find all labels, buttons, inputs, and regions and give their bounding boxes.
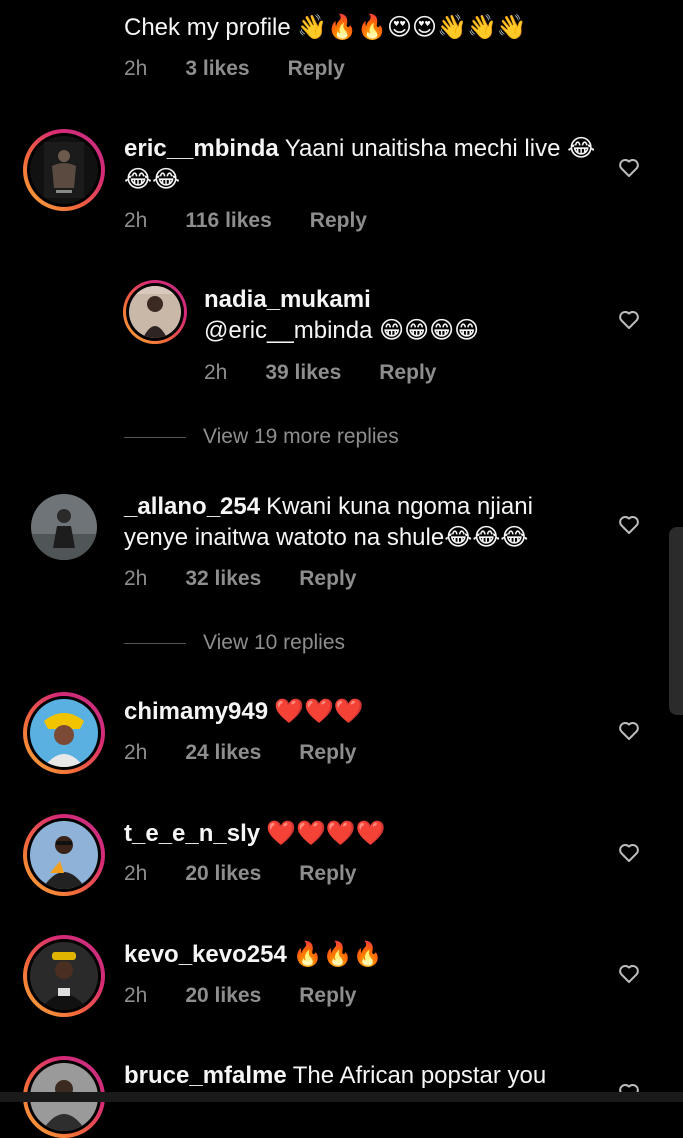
replies-divider bbox=[124, 642, 186, 644]
comment-time: 2h bbox=[124, 57, 148, 80]
comment-text: chimamy949 ❤️❤️❤️ bbox=[124, 696, 604, 727]
comment-meta: 2h 20 likes Reply bbox=[124, 862, 394, 886]
view-replies-label[interactable]: View 19 more replies bbox=[203, 425, 399, 449]
avatar[interactable] bbox=[23, 935, 105, 1017]
view-replies-label[interactable]: View 10 replies bbox=[203, 631, 345, 655]
comment-text: nadia_mukami @eric__mbinda 😁😁😁😁 bbox=[204, 284, 604, 346]
replies-divider bbox=[124, 436, 186, 438]
likes-count[interactable]: 39 likes bbox=[265, 361, 341, 385]
comment-text: _allano_254 Kwani kuna ngoma njiani yenye… bbox=[124, 491, 594, 553]
heart-outline-icon[interactable] bbox=[617, 718, 641, 742]
reply-button[interactable]: Reply bbox=[379, 361, 436, 385]
system-nav-bar bbox=[0, 1092, 683, 1102]
comment-body: @eric__mbinda 😁😁😁😁 bbox=[204, 317, 480, 344]
heart-outline-icon[interactable] bbox=[617, 961, 641, 985]
comment-meta: 2h 116 likes Reply bbox=[124, 209, 405, 233]
heart-outline-icon[interactable] bbox=[617, 840, 641, 864]
avatar-photo bbox=[30, 136, 98, 204]
comment-time: 2h bbox=[124, 567, 148, 590]
comment-time: 2h bbox=[124, 209, 148, 232]
avatar-photo bbox=[30, 942, 98, 1010]
comment-text: t_e_e_n_sly ❤️❤️❤️❤️ bbox=[124, 818, 604, 849]
avatar-photo bbox=[129, 286, 181, 338]
comment-meta: 2h 20 likes Reply bbox=[124, 984, 394, 1008]
reply-button[interactable]: Reply bbox=[299, 862, 356, 886]
avatar[interactable] bbox=[23, 129, 105, 211]
comment-username[interactable]: _allano_254 bbox=[124, 493, 260, 520]
comment-text: bruce_mfalme The African popstar you bbox=[124, 1060, 604, 1091]
comment-meta: 2h 3 likes Reply bbox=[124, 57, 383, 81]
avatar[interactable] bbox=[123, 280, 187, 344]
reply-button[interactable]: Reply bbox=[299, 567, 356, 591]
comment-text: kevo_kevo254 🔥🔥🔥 bbox=[124, 939, 604, 970]
comment-text: Chek my profile 👋🔥🔥😍😍👋👋👋 bbox=[124, 14, 527, 41]
reply-button[interactable]: Reply bbox=[310, 209, 367, 233]
reply-button[interactable]: Reply bbox=[288, 57, 345, 81]
comment-time: 2h bbox=[204, 361, 228, 384]
avatar-photo bbox=[30, 821, 98, 889]
comment-meta: 2h 39 likes Reply bbox=[204, 361, 474, 385]
comment-meta: 2h 32 likes Reply bbox=[124, 567, 394, 591]
comment-username[interactable]: t_e_e_n_sly bbox=[124, 820, 260, 847]
scrollbar-handle[interactable] bbox=[669, 527, 683, 715]
likes-count[interactable]: 3 likes bbox=[185, 57, 249, 81]
avatar-photo bbox=[31, 494, 97, 560]
comment-username[interactable]: eric__mbinda bbox=[124, 135, 279, 162]
reply-button[interactable]: Reply bbox=[299, 984, 356, 1008]
view-more-replies[interactable]: View 19 more replies bbox=[124, 425, 399, 449]
heart-outline-icon[interactable] bbox=[617, 307, 641, 331]
avatar[interactable] bbox=[23, 692, 105, 774]
likes-count[interactable]: 20 likes bbox=[185, 984, 261, 1008]
comment-username[interactable]: kevo_kevo254 bbox=[124, 941, 287, 968]
likes-count[interactable]: 32 likes bbox=[185, 567, 261, 591]
comment-body: 🔥🔥🔥 bbox=[292, 941, 383, 968]
comment-time: 2h bbox=[124, 862, 148, 885]
comment-meta: 2h 24 likes Reply bbox=[124, 741, 394, 765]
avatar-photo bbox=[30, 699, 98, 767]
likes-count[interactable]: 20 likes bbox=[185, 862, 261, 886]
comment-body: ❤️❤️❤️ bbox=[274, 698, 364, 725]
comment-body: The African popstar you bbox=[292, 1062, 547, 1089]
comment-time: 2h bbox=[124, 741, 148, 764]
comment-username[interactable]: chimamy949 bbox=[124, 698, 268, 725]
likes-count[interactable]: 116 likes bbox=[185, 209, 271, 233]
comment-text: eric__mbinda Yaani unaitisha mechi live 😂… bbox=[124, 133, 604, 195]
likes-count[interactable]: 24 likes bbox=[185, 741, 261, 765]
comment-body: ❤️❤️❤️❤️ bbox=[266, 820, 386, 847]
avatar[interactable] bbox=[31, 494, 97, 560]
reply-button[interactable]: Reply bbox=[299, 741, 356, 765]
avatar[interactable] bbox=[23, 814, 105, 896]
heart-outline-icon[interactable] bbox=[617, 155, 641, 179]
comment-username[interactable]: nadia_mukami bbox=[204, 284, 598, 315]
view-more-replies[interactable]: View 10 replies bbox=[124, 631, 345, 655]
heart-outline-icon[interactable] bbox=[617, 512, 641, 536]
comment-username[interactable]: bruce_mfalme bbox=[124, 1062, 287, 1089]
comment-time: 2h bbox=[124, 984, 148, 1007]
